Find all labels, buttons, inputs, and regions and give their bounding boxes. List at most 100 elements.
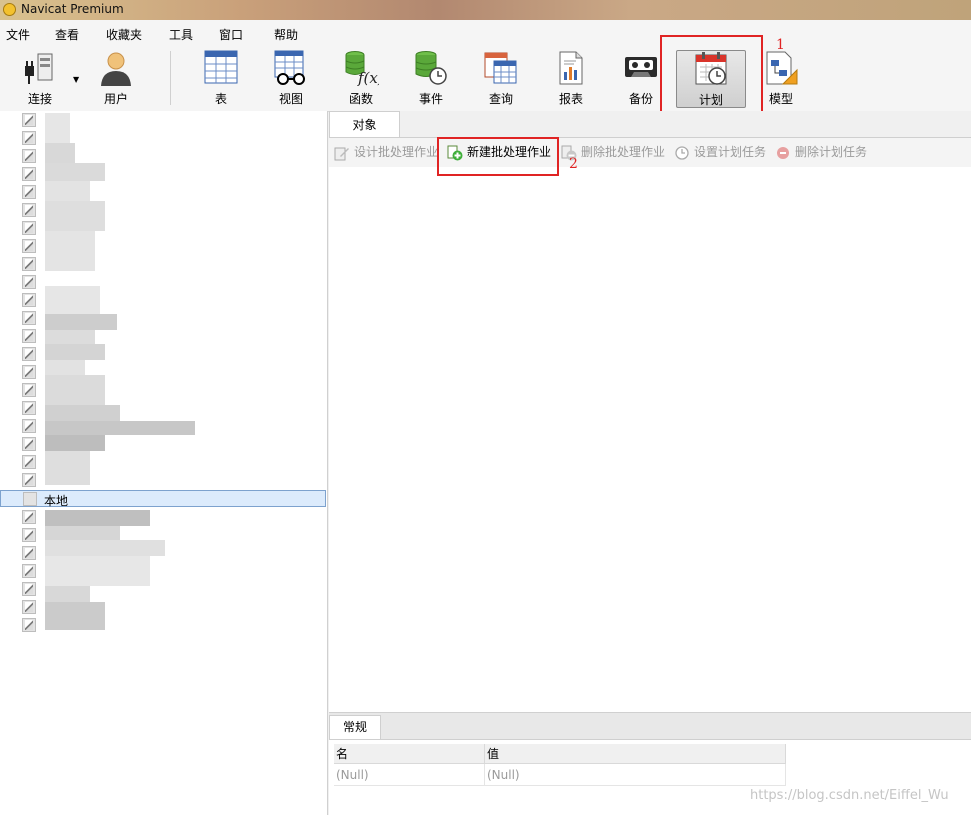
tree-node-icon[interactable] [22, 455, 36, 469]
report-label: 报表 [558, 92, 583, 106]
tree-node-icon[interactable] [22, 113, 36, 127]
schedule-button[interactable]: 计划 [676, 50, 746, 108]
menu-window[interactable]: 窗口 [219, 26, 243, 43]
blurred-label [45, 405, 120, 421]
tree-node-icon[interactable] [22, 473, 36, 487]
blurred-label [45, 375, 105, 405]
property-name-header: 名 [334, 744, 485, 764]
function-button[interactable]: f(x) 函数 [329, 45, 393, 109]
blurred-label [45, 231, 95, 271]
property-value-header: 值 [484, 744, 786, 764]
blurred-label [45, 586, 90, 602]
blurred-label [45, 556, 150, 586]
tree-node-icon[interactable] [22, 131, 36, 145]
model-button[interactable]: 模型 [749, 45, 813, 109]
tree-node-icon[interactable] [22, 149, 36, 163]
window-title: Navicat Premium [21, 2, 124, 16]
menu-file[interactable]: 文件 [6, 26, 30, 43]
blurred-label [45, 435, 105, 451]
blurred-label [45, 344, 105, 360]
blurred-label [45, 314, 117, 330]
blurred-label [45, 540, 165, 556]
tree-node-icon[interactable] [22, 419, 36, 433]
annotation-number-1: 1 [776, 37, 785, 53]
tab-general[interactable]: 常规 [329, 715, 381, 739]
menu-favorites[interactable]: 收藏夹 [106, 26, 142, 43]
tree-node-icon[interactable] [22, 257, 36, 271]
blurred-label [45, 602, 105, 630]
model-icon [766, 51, 798, 85]
tree-node-icon[interactable] [22, 600, 36, 614]
new-batch-job-label: 新建批处理作业 [467, 145, 552, 159]
model-label: 模型 [768, 92, 793, 106]
view-label: 视图 [278, 92, 303, 106]
menu-bar: 文件 查看 收藏夹 工具 窗口 帮助 [0, 20, 971, 45]
tree-node-icon[interactable] [22, 618, 36, 632]
backup-button[interactable]: 备份 [609, 45, 673, 109]
query-label: 查询 [488, 92, 513, 106]
backup-label: 备份 [628, 92, 653, 106]
blurred-label [45, 451, 90, 485]
menu-view[interactable]: 查看 [55, 26, 79, 43]
tree-node-icon[interactable] [22, 347, 36, 361]
event-icon [415, 51, 447, 85]
tree-node-icon[interactable] [22, 293, 36, 307]
delete-schedule-task-label: 删除计划任务 [795, 145, 868, 159]
view-button[interactable]: 视图 [259, 45, 323, 109]
blurred-label [45, 113, 70, 143]
tree-node-icon[interactable] [22, 437, 36, 451]
tree-node-icon[interactable] [22, 239, 36, 253]
tree-node-icon[interactable] [22, 203, 36, 217]
design-icon [334, 147, 349, 161]
blurred-label [45, 201, 105, 231]
object-tab-bar: 对象 [329, 111, 971, 138]
blurred-label [45, 143, 75, 163]
function-label: 函数 [348, 92, 373, 106]
tree-node-icon[interactable] [22, 528, 36, 542]
table-row: (Null) (Null) [334, 763, 786, 786]
tree-node-icon[interactable] [22, 365, 36, 379]
menu-tools[interactable]: 工具 [169, 26, 193, 43]
tree-node-icon[interactable] [22, 185, 36, 199]
query-button[interactable]: 查询 [469, 45, 533, 109]
object-list-area[interactable] [329, 167, 971, 712]
report-button[interactable]: 报表 [539, 45, 603, 109]
clock-icon [675, 146, 689, 160]
toolbar-separator [170, 51, 171, 105]
tab-objects[interactable]: 对象 [329, 111, 400, 137]
tree-node-icon[interactable] [22, 582, 36, 596]
delete-batch-job-label: 删除批处理作业 [581, 145, 666, 159]
function-icon: f(x) [345, 51, 379, 86]
connection-tree-panel: 本地 [0, 111, 328, 815]
user-button[interactable]: 用户 [84, 45, 148, 109]
watermark: https://blog.csdn.net/Eiffel_Wu [750, 788, 949, 803]
tree-node-icon[interactable] [22, 311, 36, 325]
table-button[interactable]: 表 [189, 45, 253, 109]
tree-node-icon[interactable] [22, 383, 36, 397]
tree-node-icon[interactable] [22, 275, 36, 289]
blurred-label [45, 421, 195, 435]
property-value-cell: (Null) [484, 763, 786, 786]
tree-node-local[interactable]: 本地 [0, 490, 326, 508]
tree-node-local-label: 本地 [44, 494, 69, 508]
tree-node-icon[interactable] [22, 329, 36, 343]
menu-help[interactable]: 帮助 [274, 26, 298, 43]
connect-button[interactable]: 连接 [8, 45, 72, 109]
connect-icon [25, 53, 53, 84]
tree-node-icon[interactable] [22, 564, 36, 578]
tree-node-icon[interactable] [22, 167, 36, 181]
schedule-label: 计划 [698, 93, 723, 107]
tree-node-icon[interactable] [22, 401, 36, 415]
query-icon [484, 52, 517, 84]
connect-dropdown-arrow[interactable]: ▼ [73, 75, 79, 84]
report-icon [559, 51, 583, 85]
tree-node-icon[interactable] [22, 510, 36, 524]
title-bar: Navicat Premium [0, 0, 971, 20]
tree-node-icon[interactable] [22, 221, 36, 235]
blurred-label [45, 286, 100, 314]
event-button[interactable]: 事件 [399, 45, 463, 109]
main-toolbar: 连接 ▼ 用户 表 视图 f(x) [0, 45, 971, 112]
tree-node-icon[interactable] [22, 546, 36, 560]
user-icon [101, 52, 131, 86]
blurred-label [45, 360, 85, 375]
